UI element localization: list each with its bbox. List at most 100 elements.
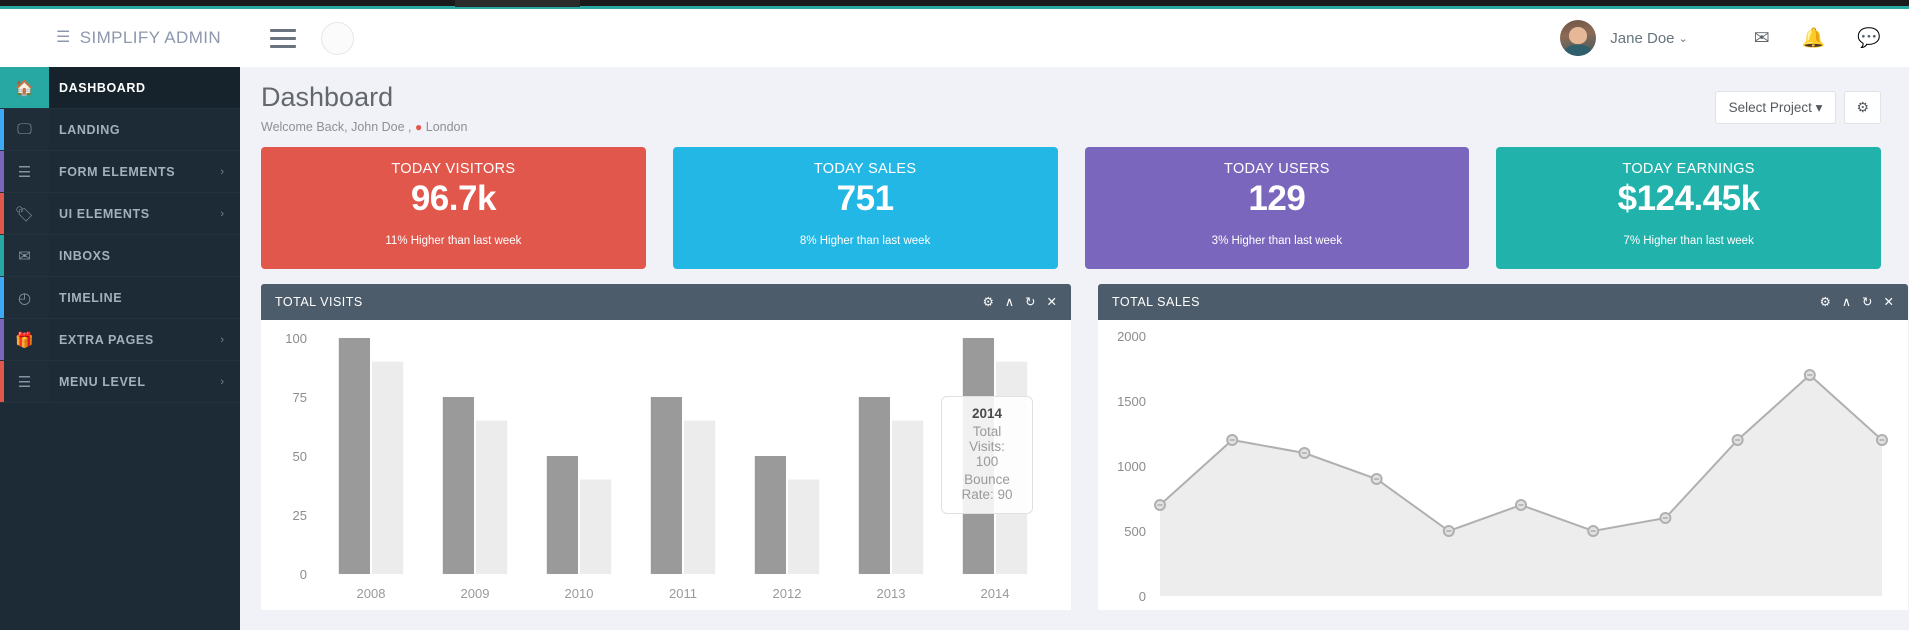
page-header: Dashboard Welcome Back, John Doe , ● Lon… bbox=[240, 67, 1909, 134]
stat-note: 7% Higher than last week bbox=[1623, 235, 1753, 247]
stat-label: TODAY USERS bbox=[1224, 161, 1330, 177]
app-header: ☰ SIMPLIFY ADMIN Jane Doe ⌄ ✉ 🔔 💬 bbox=[0, 9, 1909, 67]
y-axis-tick-label: 1500 bbox=[1117, 394, 1146, 409]
sidebar-item-label: UI ELEMENTS bbox=[49, 207, 220, 221]
sidebar-item-label: EXTRA PAGES bbox=[49, 333, 220, 347]
y-axis-tick-label: 25 bbox=[293, 508, 307, 523]
stat-card-today-users: TODAY USERS 129 3% Higher than last week bbox=[1085, 147, 1470, 269]
close-icon[interactable]: ✕ bbox=[1884, 296, 1894, 309]
panel-title: TOTAL VISITS bbox=[275, 295, 363, 309]
select-project-button[interactable]: Select Project ▾ bbox=[1715, 91, 1837, 124]
panel-tools: ⚙ ∧ ↻ ✕ bbox=[983, 296, 1057, 309]
bar-total-visits bbox=[963, 338, 994, 574]
panel-title: TOTAL SALES bbox=[1112, 295, 1200, 309]
collapse-icon[interactable]: ∧ bbox=[1005, 296, 1014, 309]
brand-logo[interactable]: ☰ SIMPLIFY ADMIN bbox=[0, 28, 240, 48]
y-axis-tick-label: 50 bbox=[293, 449, 307, 464]
gear-icon[interactable]: ⚙ bbox=[983, 296, 994, 309]
top-teal-line bbox=[0, 6, 1909, 9]
top-dark-block bbox=[455, 0, 580, 7]
gear-icon[interactable]: ⚙ bbox=[1820, 296, 1831, 309]
chevron-right-icon: › bbox=[220, 166, 240, 178]
stat-card-today-visitors: TODAY VISITORS96.7k11% Higher than last … bbox=[261, 147, 646, 269]
bell-icon[interactable]: 🔔 bbox=[1802, 29, 1826, 48]
sidebar-item-label: LANDING bbox=[49, 123, 224, 137]
refresh-icon[interactable]: ↻ bbox=[1025, 296, 1035, 309]
bar-bounce-rate bbox=[892, 420, 923, 573]
chevron-down-icon[interactable]: ⌄ bbox=[1679, 32, 1688, 45]
bar-bounce-rate bbox=[580, 479, 611, 573]
sidebar-item-label: TIMELINE bbox=[49, 291, 224, 305]
sidebar-accent-bar bbox=[0, 235, 4, 276]
sidebar-item-timeline[interactable]: ◴TIMELINE bbox=[0, 277, 240, 319]
select-project-label: Select Project bbox=[1729, 100, 1812, 115]
welcome-text: Welcome Back, John Doe , bbox=[261, 120, 412, 134]
area-chart: 0500100015002000 bbox=[1098, 320, 1908, 610]
sidebar-item-extra-pages[interactable]: 🎁EXTRA PAGES› bbox=[0, 319, 240, 361]
bar-bounce-rate bbox=[684, 420, 715, 573]
stat-note: 11% Higher than last week bbox=[385, 235, 521, 247]
sidebar-item-label: FORM ELEMENTS bbox=[49, 165, 220, 179]
collapse-icon[interactable]: ∧ bbox=[1842, 296, 1851, 309]
stat-value: $124.45k bbox=[1618, 179, 1760, 219]
panel-tools: ⚙ ∧ ↻ ✕ bbox=[1820, 296, 1894, 309]
refresh-icon[interactable]: ↻ bbox=[1862, 296, 1872, 309]
sidebar-item-menu-level[interactable]: ☰MENU LEVEL› bbox=[0, 361, 240, 403]
top-accent-strip bbox=[0, 0, 1909, 8]
bar-bounce-rate bbox=[372, 361, 403, 573]
stat-label: TODAY VISITORS bbox=[391, 161, 515, 177]
home-icon: 🏠 bbox=[0, 67, 49, 108]
hamburger-icon[interactable] bbox=[270, 29, 296, 48]
line-chart-body: 0500100015002000 bbox=[1098, 320, 1908, 610]
y-axis-tick-label: 1000 bbox=[1117, 459, 1146, 474]
stat-cards-row: TODAY VISITORS96.7k11% Higher than last … bbox=[240, 134, 1909, 269]
panel-header: TOTAL SALES ⚙ ∧ ↻ ✕ bbox=[1098, 284, 1908, 320]
bar-bounce-rate bbox=[476, 420, 507, 573]
sidebar-item-dashboard[interactable]: 🏠DASHBOARD bbox=[0, 67, 240, 109]
envelope-icon: ✉ bbox=[0, 235, 49, 276]
brand-name: SIMPLIFY ADMIN bbox=[80, 28, 221, 48]
bar-total-visits bbox=[755, 456, 786, 574]
x-axis-tick-label: 2014 bbox=[981, 586, 1010, 601]
y-axis-tick-label: 100 bbox=[285, 331, 307, 346]
stat-value: 751 bbox=[837, 179, 894, 219]
stat-label: TODAY EARNINGS bbox=[1622, 161, 1754, 177]
list-icon: ☰ bbox=[0, 361, 49, 402]
bar-bounce-rate bbox=[996, 361, 1027, 573]
breadcrumb: Welcome Back, John Doe , ● London bbox=[261, 120, 467, 134]
stat-card-today-earnings: TODAY EARNINGS $124.45k 7% Higher than las… bbox=[1496, 147, 1881, 269]
hamburger-bar bbox=[270, 45, 296, 48]
stat-value: 129 bbox=[1248, 179, 1305, 219]
avatar[interactable] bbox=[1560, 20, 1596, 56]
chevron-down-icon: ▾ bbox=[1816, 100, 1823, 115]
x-axis-tick-label: 2009 bbox=[461, 586, 490, 601]
panel-total-sales: TOTAL SALES ⚙ ∧ ↻ ✕ 0500100015002000 bbox=[1098, 284, 1908, 610]
chevron-right-icon: › bbox=[220, 208, 240, 220]
sidebar-accent-bar bbox=[0, 277, 4, 318]
settings-button[interactable]: ⚙ bbox=[1844, 91, 1881, 124]
stat-note: 3% Higher than last week bbox=[1212, 235, 1342, 247]
hamburger-bar bbox=[270, 29, 296, 32]
chat-icon[interactable]: 💬 bbox=[1857, 29, 1881, 48]
stat-note: 8% Higher than last week bbox=[800, 235, 930, 247]
panel-total-visits: TOTAL VISITS ⚙ ∧ ↻ ✕ 0255075100200820092… bbox=[261, 284, 1071, 610]
close-icon[interactable]: ✕ bbox=[1047, 296, 1057, 309]
sidebar-accent-bar bbox=[0, 151, 4, 192]
sidebar-item-inboxs[interactable]: ✉INBOXS bbox=[0, 235, 240, 277]
sidebar-item-form-elements[interactable]: ☰FORM ELEMENTS› bbox=[0, 151, 240, 193]
database-stack-icon: ☰ bbox=[56, 30, 71, 46]
sidebar-item-ui-elements[interactable]: 🏷UI ELEMENTS› bbox=[0, 193, 240, 235]
sidebar-toggle-circle[interactable] bbox=[321, 22, 354, 55]
x-axis-tick-label: 2013 bbox=[877, 586, 906, 601]
x-axis-tick-label: 2011 bbox=[669, 586, 697, 601]
x-axis-tick-label: 2008 bbox=[357, 586, 386, 601]
user-name[interactable]: Jane Doe bbox=[1610, 30, 1674, 47]
sidebar-accent-bar bbox=[0, 319, 4, 360]
location-text: London bbox=[426, 120, 468, 134]
x-axis-tick-label: 2012 bbox=[773, 586, 802, 601]
mail-icon[interactable]: ✉ bbox=[1754, 29, 1770, 48]
header-right-group: Jane Doe ⌄ ✉ 🔔 💬 bbox=[1560, 20, 1909, 56]
sidebar-item-landing[interactable]: 🖵LANDING bbox=[0, 109, 240, 151]
y-axis-tick-label: 500 bbox=[1124, 524, 1146, 539]
sidebar-accent-bar bbox=[0, 109, 4, 150]
